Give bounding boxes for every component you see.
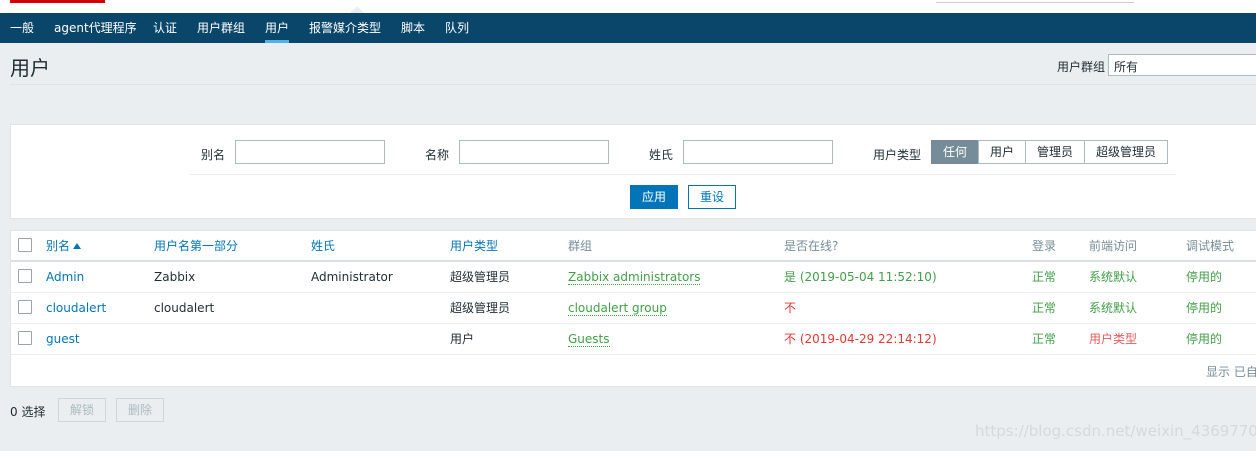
group-filter-label: 用户群组 [1057, 60, 1106, 74]
column-header-online: 是否在线? [784, 239, 839, 253]
user-type-super-admin[interactable]: 超级管理员 [1084, 140, 1168, 164]
column-header-surname[interactable]: 姓氏 [311, 231, 335, 261]
login-status[interactable]: 正常 [1032, 324, 1056, 354]
filter-divider [190, 174, 1176, 175]
user-group-link[interactable]: Zabbix administrators [568, 270, 701, 285]
name-filter-label: 名称 [425, 148, 450, 162]
user-type: 超级管理员 [450, 270, 511, 284]
unlock-button[interactable]: 解锁 [58, 398, 106, 422]
frontend-access[interactable]: 用户类型 [1089, 324, 1137, 354]
user-alias-link[interactable]: guest [46, 324, 80, 354]
user-name: Zabbix [154, 270, 196, 284]
user-group-link[interactable]: cloudalert group [568, 301, 667, 316]
column-header-type[interactable]: 用户类型 [450, 231, 498, 261]
column-header-name[interactable]: 用户名第一部分 [154, 231, 238, 261]
nav-item-users[interactable]: 用户 [265, 13, 290, 43]
nav-item-general[interactable]: 一般 [10, 13, 34, 43]
name-filter-input[interactable] [459, 140, 609, 164]
column-header-frontend: 前端访问 [1089, 239, 1138, 253]
alias-filter-label: 别名 [201, 148, 226, 162]
row-checkbox[interactable] [18, 269, 32, 283]
surname-filter-label: 姓氏 [649, 148, 674, 162]
row-checkbox[interactable] [18, 300, 32, 314]
select-all-checkbox[interactable] [18, 238, 32, 252]
menu-pointer [350, 6, 364, 13]
users-table: 别名 用户名第一部分 姓氏 用户类型 群组 是否在线? 登录 前端访问 调试模式… [10, 230, 1256, 387]
apply-button[interactable]: 应用 [630, 185, 678, 209]
nav-item-proxies[interactable]: agent代理程序 [54, 13, 137, 43]
table-row: cloudalert cloudalert 超级管理员 cloudalert g… [11, 293, 1256, 324]
top-search-field[interactable] [936, 0, 1134, 3]
table-row: guest 用户 Guests 不 (2019-04-29 22:14:12) … [11, 324, 1256, 355]
user-group-link[interactable]: Guests [568, 332, 610, 347]
debug-mode[interactable]: 停用的 [1186, 324, 1222, 354]
delete-button[interactable]: 删除 [116, 398, 164, 422]
logo [10, 0, 105, 3]
paging-info: 显示 已自 [1206, 365, 1256, 379]
frontend-access[interactable]: 系统默认 [1089, 262, 1137, 292]
column-header-alias[interactable]: 别名 [46, 231, 82, 261]
nav-item-media-types[interactable]: 报警媒介类型 [309, 13, 381, 43]
column-header-groups: 群组 [568, 239, 593, 253]
column-header-debug: 调试模式 [1186, 239, 1235, 253]
online-status: 不 [784, 301, 797, 315]
debug-mode[interactable]: 停用的 [1186, 293, 1222, 323]
user-groups: Zabbix administrators [568, 262, 701, 292]
row-checkbox[interactable] [18, 331, 32, 345]
online-status: 不 (2019-04-29 22:14:12) [784, 332, 937, 346]
login-status[interactable]: 正常 [1032, 262, 1056, 292]
user-type-filter-label: 用户类型 [873, 148, 922, 162]
sort-asc-icon [73, 243, 82, 249]
admin-nav: 一般 agent代理程序 认证 用户群组 用户 报警媒介类型 脚本 队列 [0, 13, 1256, 43]
page-title: 用户 [10, 56, 50, 80]
login-status[interactable]: 正常 [1032, 293, 1056, 323]
user-alias-link[interactable]: cloudalert [46, 293, 106, 323]
nav-item-authentication[interactable]: 认证 [153, 13, 177, 43]
column-header-login: 登录 [1032, 239, 1057, 253]
online-status: 是 (2019-05-04 11:52:10) [784, 270, 937, 284]
top-strip [0, 0, 1256, 13]
user-name: cloudalert [154, 301, 215, 315]
user-groups: cloudalert group [568, 293, 667, 323]
user-type-admin[interactable]: 管理员 [1025, 140, 1085, 164]
column-header-alias-label: 别名 [46, 239, 71, 253]
user-type: 用户 [450, 332, 475, 346]
user-type: 超级管理员 [450, 301, 511, 315]
reset-button[interactable]: 重设 [688, 185, 736, 209]
title-divider [10, 84, 1256, 85]
group-filter-select[interactable]: 所有 [1108, 54, 1256, 76]
selected-count: 0 选择 [10, 405, 46, 419]
nav-item-scripts[interactable]: 脚本 [401, 13, 425, 43]
user-groups: Guests [568, 324, 610, 354]
alias-filter-input[interactable] [235, 140, 385, 164]
user-alias-link[interactable]: Admin [46, 262, 84, 292]
nav-item-user-groups[interactable]: 用户群组 [197, 13, 245, 43]
table-row: Admin Zabbix Administrator 超级管理员 Zabbix … [11, 262, 1256, 293]
debug-mode[interactable]: 停用的 [1186, 262, 1222, 292]
user-surname: Administrator [311, 270, 393, 284]
surname-filter-input[interactable] [683, 140, 833, 164]
user-type-user[interactable]: 用户 [978, 140, 1026, 164]
frontend-access[interactable]: 系统默认 [1089, 293, 1137, 323]
nav-item-queue[interactable]: 队列 [445, 13, 469, 43]
watermark: https://blog.csdn.net/weixin_43697701 [975, 422, 1256, 440]
user-type-any[interactable]: 任何 [931, 140, 979, 164]
filter-panel: 别名 名称 姓氏 用户类型 任何 用户 管理员 超级管理员 应用 重设 [10, 124, 1256, 219]
table-header: 别名 用户名第一部分 姓氏 用户类型 群组 是否在线? 登录 前端访问 调试模式 [11, 231, 1256, 262]
